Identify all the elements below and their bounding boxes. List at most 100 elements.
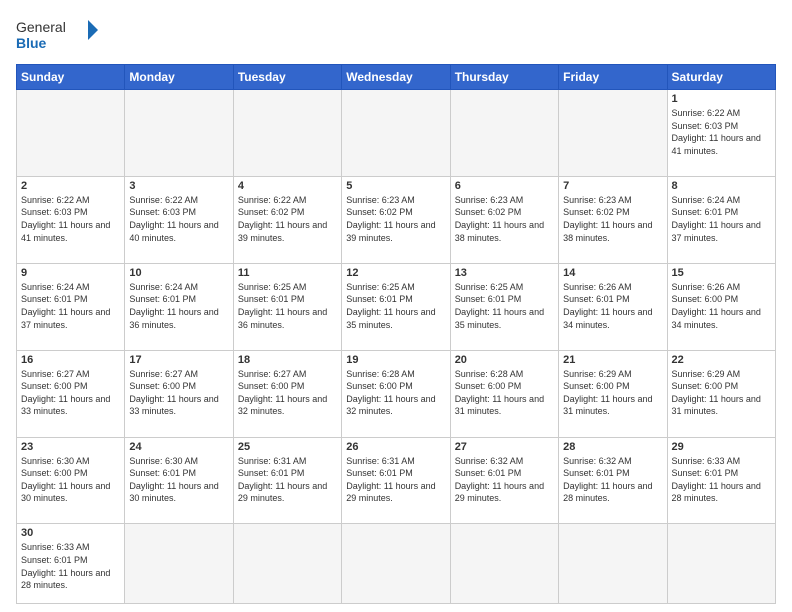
calendar-day-cell: 20 Sunrise: 6:28 AMSunset: 6:00 PMDayligh…: [450, 350, 558, 437]
day-number: 14: [563, 267, 662, 279]
weekday-header-cell: Tuesday: [233, 65, 341, 90]
day-number: 12: [346, 267, 445, 279]
calendar-week-row: 30Sunrise: 6:33 AMSunset: 6:01 PMDayligh…: [17, 524, 776, 604]
calendar-day-cell: [450, 90, 558, 177]
header: General Blue: [16, 16, 776, 56]
day-number: 7: [563, 180, 662, 192]
calendar-day-cell: 12 Sunrise: 6:25 AMSunset: 6:01 PMDayligh…: [342, 263, 450, 350]
day-info: Sunrise: 6:22 AMSunset: 6:03 PMDaylight:…: [21, 194, 120, 244]
day-info: Sunrise: 6:29 AMSunset: 6:00 PMDaylight:…: [672, 368, 771, 418]
day-info: Sunrise: 6:26 AMSunset: 6:00 PMDaylight:…: [672, 281, 771, 331]
day-info: Sunrise: 6:25 AMSunset: 6:01 PMDaylight:…: [455, 281, 554, 331]
day-info: Sunrise: 6:24 AMSunset: 6:01 PMDaylight:…: [672, 194, 771, 244]
day-info: Sunrise: 6:33 AMSunset: 6:01 PMDaylight:…: [21, 541, 120, 591]
calendar-day-cell: 10Sunrise: 6:24 AMSunset: 6:01 PMDayligh…: [125, 263, 233, 350]
svg-text:Blue: Blue: [16, 35, 47, 51]
day-info: Sunrise: 6:27 AMSunset: 6:00 PMDaylight:…: [238, 368, 337, 418]
calendar-week-row: 2Sunrise: 6:22 AMSunset: 6:03 PMDaylight…: [17, 176, 776, 263]
calendar-day-cell: [125, 90, 233, 177]
calendar-day-cell: 15Sunrise: 6:26 AMSunset: 6:00 PMDayligh…: [667, 263, 775, 350]
day-info: Sunrise: 6:27 AMSunset: 6:00 PMDaylight:…: [129, 368, 228, 418]
day-number: 17: [129, 354, 228, 366]
calendar-day-cell: 25 Sunrise: 6:31 AMSunset: 6:01 PMDayligh…: [233, 437, 341, 524]
day-number: 19: [346, 354, 445, 366]
calendar-day-cell: 14 Sunrise: 6:26 AMSunset: 6:01 PMDayligh…: [559, 263, 667, 350]
generalblue-logo-icon: General Blue: [16, 16, 106, 56]
day-number: 10: [129, 267, 228, 279]
calendar-day-cell: 2Sunrise: 6:22 AMSunset: 6:03 PMDaylight…: [17, 176, 125, 263]
calendar-day-cell: 16Sunrise: 6:27 AMSunset: 6:00 PMDayligh…: [17, 350, 125, 437]
calendar-day-cell: 22 Sunrise: 6:29 AMSunset: 6:00 PMDayligh…: [667, 350, 775, 437]
day-number: 26: [346, 441, 445, 453]
calendar-week-row: 1 Sunrise: 6:22 AMSunset: 6:03 PMDaylight…: [17, 90, 776, 177]
calendar-day-cell: 7 Sunrise: 6:23 AMSunset: 6:02 PMDaylight…: [559, 176, 667, 263]
day-info: Sunrise: 6:23 AMSunset: 6:02 PMDaylight:…: [346, 194, 445, 244]
calendar-day-cell: [559, 90, 667, 177]
calendar-day-cell: 29Sunrise: 6:33 AMSunset: 6:01 PMDayligh…: [667, 437, 775, 524]
day-number: 24: [129, 441, 228, 453]
day-info: Sunrise: 6:28 AMSunset: 6:00 PMDaylight:…: [346, 368, 445, 418]
day-number: 3: [129, 180, 228, 192]
calendar-day-cell: 21Sunrise: 6:29 AMSunset: 6:00 PMDayligh…: [559, 350, 667, 437]
calendar-week-row: 23Sunrise: 6:30 AMSunset: 6:00 PMDayligh…: [17, 437, 776, 524]
calendar-body: 1 Sunrise: 6:22 AMSunset: 6:03 PMDaylight…: [17, 90, 776, 604]
weekday-header-cell: Monday: [125, 65, 233, 90]
calendar-day-cell: 3 Sunrise: 6:22 AMSunset: 6:03 PMDaylight…: [125, 176, 233, 263]
day-info: Sunrise: 6:22 AMSunset: 6:03 PMDaylight:…: [672, 107, 771, 157]
weekday-header-cell: Friday: [559, 65, 667, 90]
day-info: Sunrise: 6:33 AMSunset: 6:01 PMDaylight:…: [672, 455, 771, 505]
calendar-day-cell: [559, 524, 667, 604]
calendar-day-cell: 19 Sunrise: 6:28 AMSunset: 6:00 PMDayligh…: [342, 350, 450, 437]
calendar-day-cell: [342, 524, 450, 604]
calendar-week-row: 9Sunrise: 6:24 AMSunset: 6:01 PMDaylight…: [17, 263, 776, 350]
day-number: 8: [672, 180, 771, 192]
calendar-day-cell: [125, 524, 233, 604]
day-info: Sunrise: 6:28 AMSunset: 6:00 PMDaylight:…: [455, 368, 554, 418]
calendar-day-cell: 27Sunrise: 6:32 AMSunset: 6:01 PMDayligh…: [450, 437, 558, 524]
day-number: 20: [455, 354, 554, 366]
day-number: 28: [563, 441, 662, 453]
weekday-header-cell: Saturday: [667, 65, 775, 90]
day-number: 21: [563, 354, 662, 366]
calendar-day-cell: 1 Sunrise: 6:22 AMSunset: 6:03 PMDaylight…: [667, 90, 775, 177]
weekday-header-cell: Sunday: [17, 65, 125, 90]
calendar-day-cell: 11Sunrise: 6:25 AMSunset: 6:01 PMDayligh…: [233, 263, 341, 350]
calendar-day-cell: 18 Sunrise: 6:27 AMSunset: 6:00 PMDayligh…: [233, 350, 341, 437]
calendar-day-cell: 23Sunrise: 6:30 AMSunset: 6:00 PMDayligh…: [17, 437, 125, 524]
day-info: Sunrise: 6:27 AMSunset: 6:00 PMDaylight:…: [21, 368, 120, 418]
weekday-header-cell: Thursday: [450, 65, 558, 90]
day-number: 1: [672, 93, 771, 105]
day-number: 25: [238, 441, 337, 453]
day-info: Sunrise: 6:22 AMSunset: 6:03 PMDaylight:…: [129, 194, 228, 244]
calendar-day-cell: 26 Sunrise: 6:31 AMSunset: 6:01 PMDayligh…: [342, 437, 450, 524]
logo: General Blue: [16, 16, 106, 56]
calendar-day-cell: 24Sunrise: 6:30 AMSunset: 6:01 PMDayligh…: [125, 437, 233, 524]
svg-text:General: General: [16, 19, 66, 35]
weekday-header-cell: Wednesday: [342, 65, 450, 90]
day-number: 6: [455, 180, 554, 192]
day-info: Sunrise: 6:23 AMSunset: 6:02 PMDaylight:…: [455, 194, 554, 244]
calendar-day-cell: 5 Sunrise: 6:23 AMSunset: 6:02 PMDaylight…: [342, 176, 450, 263]
day-info: Sunrise: 6:31 AMSunset: 6:01 PMDaylight:…: [346, 455, 445, 505]
calendar-day-cell: 4Sunrise: 6:22 AMSunset: 6:02 PMDaylight…: [233, 176, 341, 263]
calendar-day-cell: [450, 524, 558, 604]
calendar-day-cell: [233, 524, 341, 604]
day-number: 22: [672, 354, 771, 366]
day-info: Sunrise: 6:25 AMSunset: 6:01 PMDaylight:…: [346, 281, 445, 331]
day-info: Sunrise: 6:25 AMSunset: 6:01 PMDaylight:…: [238, 281, 337, 331]
weekday-header-row: SundayMondayTuesdayWednesdayThursdayFrid…: [17, 65, 776, 90]
calendar-day-cell: [233, 90, 341, 177]
day-number: 5: [346, 180, 445, 192]
day-info: Sunrise: 6:32 AMSunset: 6:01 PMDaylight:…: [455, 455, 554, 505]
day-info: Sunrise: 6:32 AMSunset: 6:01 PMDaylight:…: [563, 455, 662, 505]
day-info: Sunrise: 6:26 AMSunset: 6:01 PMDaylight:…: [563, 281, 662, 331]
day-info: Sunrise: 6:22 AMSunset: 6:02 PMDaylight:…: [238, 194, 337, 244]
day-info: Sunrise: 6:23 AMSunset: 6:02 PMDaylight:…: [563, 194, 662, 244]
day-number: 18: [238, 354, 337, 366]
day-number: 23: [21, 441, 120, 453]
calendar-day-cell: 8 Sunrise: 6:24 AMSunset: 6:01 PMDaylight…: [667, 176, 775, 263]
calendar-day-cell: 9Sunrise: 6:24 AMSunset: 6:01 PMDaylight…: [17, 263, 125, 350]
page: General Blue SundayMondayTuesdayWednesda…: [0, 0, 792, 612]
day-info: Sunrise: 6:24 AMSunset: 6:01 PMDaylight:…: [21, 281, 120, 331]
day-info: Sunrise: 6:31 AMSunset: 6:01 PMDaylight:…: [238, 455, 337, 505]
